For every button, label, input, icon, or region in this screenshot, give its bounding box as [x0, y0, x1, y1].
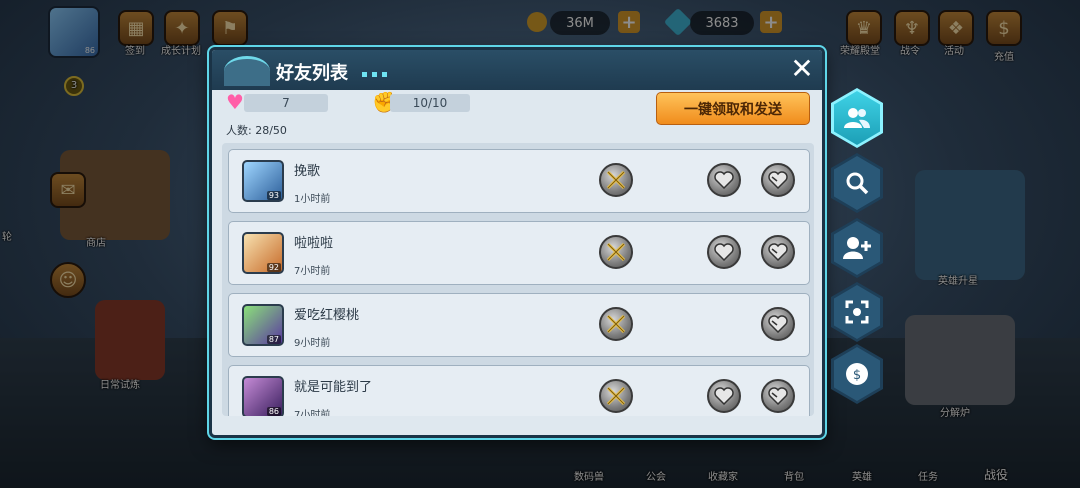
diamond-icon — [663, 7, 693, 37]
search-icon — [846, 172, 869, 195]
friend-name: 就是可能到了 — [294, 380, 373, 395]
receive-heart-button[interactable] — [761, 307, 795, 341]
bottom-nav-item[interactable]: 英雄 — [852, 468, 872, 483]
svg-text:$: $ — [853, 368, 861, 383]
crossed-swords-icon — [606, 242, 626, 262]
bottom-nav-item[interactable]: 战役 — [984, 466, 1008, 483]
friend-last-seen: 9小时前 — [294, 338, 331, 349]
battle-button[interactable] — [599, 163, 633, 197]
receive-heart-icon — [768, 315, 788, 333]
player-rank-badge: 3 — [64, 76, 84, 96]
player-level: 86 — [84, 46, 95, 55]
growth-icon[interactable]: ✦ — [164, 10, 200, 46]
send-heart-icon — [714, 387, 734, 405]
claim-and-send-all-button[interactable]: 一键领取和发送 — [656, 92, 810, 125]
trophy-icon[interactable]: ♛ — [846, 10, 882, 46]
trial-building — [95, 300, 165, 380]
add-diamond-button[interactable]: + — [760, 11, 782, 33]
dialog-header: 好友列表 ✕ — [212, 50, 822, 90]
right-icon-label: 活动 — [944, 46, 964, 57]
friend-avatar[interactable]: 92 — [242, 232, 284, 274]
send-heart-icon — [714, 171, 734, 189]
friend-level: 92 — [266, 263, 281, 272]
mail-icon[interactable]: ✉ — [50, 172, 86, 208]
recharge-icon[interactable]: $ — [986, 10, 1022, 46]
stamina-count: 10/10 — [390, 94, 470, 112]
left-side-label: 轮 — [2, 232, 12, 243]
send-heart-icon — [714, 243, 734, 261]
coin-amount: 36M — [550, 11, 610, 35]
bottom-nav-item[interactable]: 公会 — [646, 468, 666, 483]
receive-heart-button[interactable] — [761, 163, 795, 197]
receive-heart-icon — [768, 171, 788, 189]
blacklist-icon: $ — [846, 363, 868, 385]
battle-button[interactable] — [599, 235, 633, 269]
dialog-title: 好友列表 — [276, 63, 348, 84]
friends-icon — [844, 108, 870, 128]
right-building — [915, 170, 1025, 280]
receive-heart-button[interactable] — [761, 379, 795, 413]
hearts-count: 7 — [244, 94, 328, 112]
trial-label: 日常试炼 — [100, 380, 140, 391]
right-icon-label: 战令 — [900, 46, 920, 57]
gift-icon[interactable]: ❖ — [938, 10, 974, 46]
add-coin-button[interactable]: + — [618, 11, 640, 33]
friend-level: 86 — [266, 407, 281, 416]
bottom-nav-item[interactable]: 任务 — [918, 468, 938, 483]
crossed-swords-icon — [606, 170, 626, 190]
send-heart-button[interactable] — [707, 163, 741, 197]
friend-level: 93 — [266, 191, 281, 200]
friend-row: 87 爱吃红樱桃 9小时前 — [228, 293, 810, 357]
right-icon-label: 荣耀殿堂 — [840, 46, 880, 57]
friend-avatar[interactable]: 86 — [242, 376, 284, 416]
friend-level: 87 — [266, 335, 281, 344]
receive-heart-icon — [768, 387, 788, 405]
friend-last-seen: 7小时前 — [294, 410, 331, 416]
friend-row: 92 啦啦啦 7小时前 — [228, 221, 810, 285]
diamond-amount: 3683 — [690, 11, 754, 35]
banner-icon[interactable]: ⚑ — [212, 10, 248, 46]
heart-icon: ♥ — [226, 90, 244, 114]
friend-count: 人数: 28/50 — [226, 124, 287, 137]
receive-heart-icon — [768, 243, 788, 261]
friend-avatar[interactable]: 93 — [242, 160, 284, 202]
friend-name: 爱吃红樱桃 — [294, 308, 360, 323]
upgrade-label: 英雄升星 — [938, 276, 978, 287]
crossed-swords-icon — [606, 314, 626, 334]
header-emblem — [224, 56, 270, 86]
furnace-building — [905, 315, 1015, 405]
receive-heart-button[interactable] — [761, 235, 795, 269]
top-icon-label: 成长计划 — [161, 46, 201, 57]
friend-row: 86 就是可能到了 7小时前 — [228, 365, 810, 416]
friend-name: 挽歌 — [294, 164, 321, 179]
bottom-nav-item[interactable]: 数码兽 — [574, 468, 604, 483]
top-icon-label: 签到 — [125, 46, 145, 57]
scan-icon — [845, 300, 869, 324]
coin-icon — [527, 12, 547, 32]
shop-label: 商店 — [86, 238, 106, 249]
friend-last-seen: 1小时前 — [294, 194, 331, 205]
friend-list[interactable]: 93 挽歌 1小时前 92 啦啦啦 7小时前 87 爱吃红樱桃 9小时前 86 … — [222, 143, 814, 416]
wings-icon[interactable]: ♆ — [894, 10, 930, 46]
add-friend-icon — [843, 237, 871, 259]
close-button[interactable]: ✕ — [788, 55, 816, 83]
calendar-icon[interactable]: ▦ — [118, 10, 154, 46]
right-icon-label: 充值 — [994, 52, 1014, 63]
send-heart-button[interactable] — [707, 235, 741, 269]
friend-last-seen: 7小时前 — [294, 266, 331, 277]
furnace-label: 分解炉 — [940, 408, 970, 419]
bottom-nav-item[interactable]: 背包 — [784, 468, 804, 483]
crossed-swords-icon — [606, 386, 626, 406]
chat-icon[interactable]: ☺ — [50, 262, 86, 298]
friend-avatar[interactable]: 87 — [242, 304, 284, 346]
friend-name: 啦啦啦 — [294, 236, 334, 251]
battle-button[interactable] — [599, 307, 633, 341]
send-heart-button[interactable] — [707, 379, 741, 413]
friend-row: 93 挽歌 1小时前 — [228, 149, 810, 213]
bottom-nav-item[interactable]: 收藏家 — [708, 468, 738, 483]
player-avatar[interactable]: 86 — [48, 6, 100, 58]
title-dots — [362, 72, 387, 77]
battle-button[interactable] — [599, 379, 633, 413]
friend-list-dialog: 好友列表 ✕ ♥ 7 ✊ 10/10 人数: 28/50 一键领取和发送 93 … — [209, 47, 825, 438]
